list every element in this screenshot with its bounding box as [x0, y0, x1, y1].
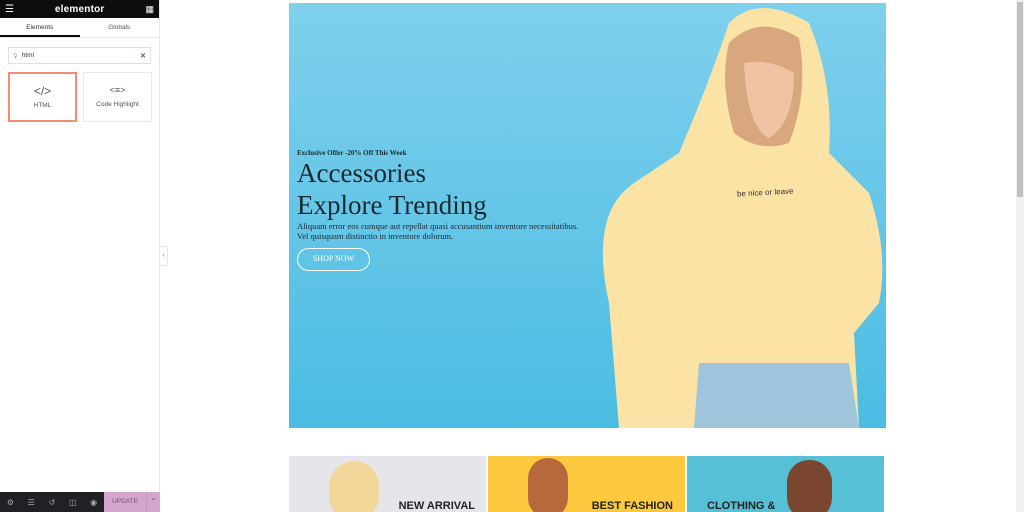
- card-label: CLOTHING &: [707, 500, 776, 512]
- scrollbar-thumb[interactable]: [1017, 2, 1023, 197]
- elementor-panel: ☰ elementor ▦ Elements Globals ⚲ html ✕ …: [0, 0, 160, 512]
- chevron-up-icon[interactable]: ⌃: [146, 492, 160, 512]
- update-button[interactable]: UPDATE: [104, 492, 146, 512]
- settings-icon[interactable]: ⚙: [0, 498, 21, 507]
- clear-icon[interactable]: ✕: [140, 52, 146, 60]
- navigator-icon[interactable]: ☰: [21, 498, 42, 507]
- logo: elementor: [54, 3, 105, 15]
- hero-description: Aliquam error eos cumque aut repellat qu…: [297, 221, 579, 231]
- menu-icon[interactable]: ☰: [5, 4, 14, 15]
- responsive-icon[interactable]: ◫: [62, 498, 83, 507]
- widget-label: HTML: [33, 102, 52, 109]
- widget-label: Code Highlight: [96, 101, 139, 108]
- category-card-clothing[interactable]: CLOTHING &: [687, 456, 884, 512]
- tab-globals[interactable]: Globals: [80, 18, 160, 37]
- shop-now-button[interactable]: SHOP NOW: [297, 248, 370, 271]
- hero-title: Accessories: [297, 158, 426, 188]
- panel-header: ☰ elementor ▦: [0, 0, 159, 18]
- category-card-new-arrival[interactable]: NEW ARRIVAL: [289, 456, 486, 512]
- hero-description-2: Vel quisquam distinctio in inventore dol…: [297, 231, 454, 241]
- code-highlight-icon: <≡>: [109, 85, 126, 95]
- hero-subtitle: Explore Trending: [297, 190, 487, 220]
- history-icon[interactable]: ↺: [42, 498, 63, 507]
- card-label: NEW ARRIVAL: [398, 500, 475, 512]
- search-input[interactable]: ⚲ html ✕: [8, 47, 151, 64]
- offer-text: Exclusive Offer -20% Off This Week: [297, 149, 407, 157]
- tab-elements[interactable]: Elements: [0, 18, 80, 37]
- page-scrollbar[interactable]: [1016, 0, 1024, 512]
- preview-icon[interactable]: ◉: [83, 498, 104, 507]
- category-card-best-fashion[interactable]: BEST FASHION: [488, 456, 685, 512]
- collapse-panel-handle[interactable]: ‹: [160, 246, 168, 266]
- search-value: html: [21, 52, 35, 59]
- search-icon: ⚲: [13, 52, 18, 60]
- widget-code-highlight[interactable]: <≡> Code Highlight: [83, 72, 152, 122]
- card-label: BEST FASHION: [591, 500, 673, 512]
- panel-footer: ⚙ ☰ ↺ ◫ ◉ UPDATE ⌃: [0, 492, 160, 512]
- code-icon: </>: [33, 84, 52, 98]
- grid-icon[interactable]: ▦: [145, 4, 154, 15]
- hero-banner: be nice or leave Exclusive Offer -20% Of…: [289, 3, 886, 428]
- widget-html[interactable]: </> HTML: [8, 72, 77, 122]
